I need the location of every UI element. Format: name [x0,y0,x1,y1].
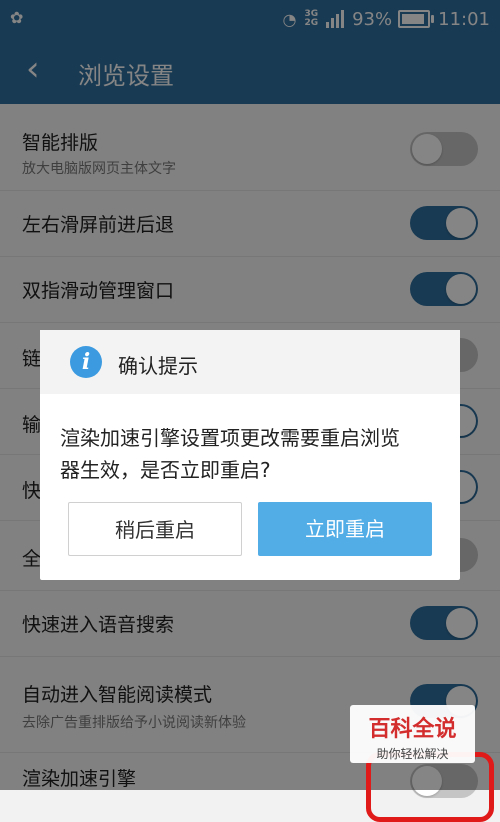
watermark-subtext: 助你轻松解决 [376,747,449,761]
info-icon: i [70,346,102,378]
dialog-message: 渲染加速引擎设置项更改需要重启浏览 器生效，是否立即重启? [60,422,440,486]
watermark-text: 百科全说 [368,717,457,742]
dialog-header: i 确认提示 [40,330,460,394]
dialog-message-line: 器生效，是否立即重启? [60,458,271,482]
watermark-logo: 百科全说 助你轻松解决 [350,705,475,763]
dialog-title: 确认提示 [118,354,198,378]
restart-now-button[interactable]: 立即重启 [258,502,432,556]
restart-later-button[interactable]: 稍后重启 [68,502,242,556]
dialog-message-line: 渲染加速引擎设置项更改需要重启浏览 [60,426,400,450]
confirm-dialog: i 确认提示 渲染加速引擎设置项更改需要重启浏览 器生效，是否立即重启? 稍后重… [40,330,460,580]
